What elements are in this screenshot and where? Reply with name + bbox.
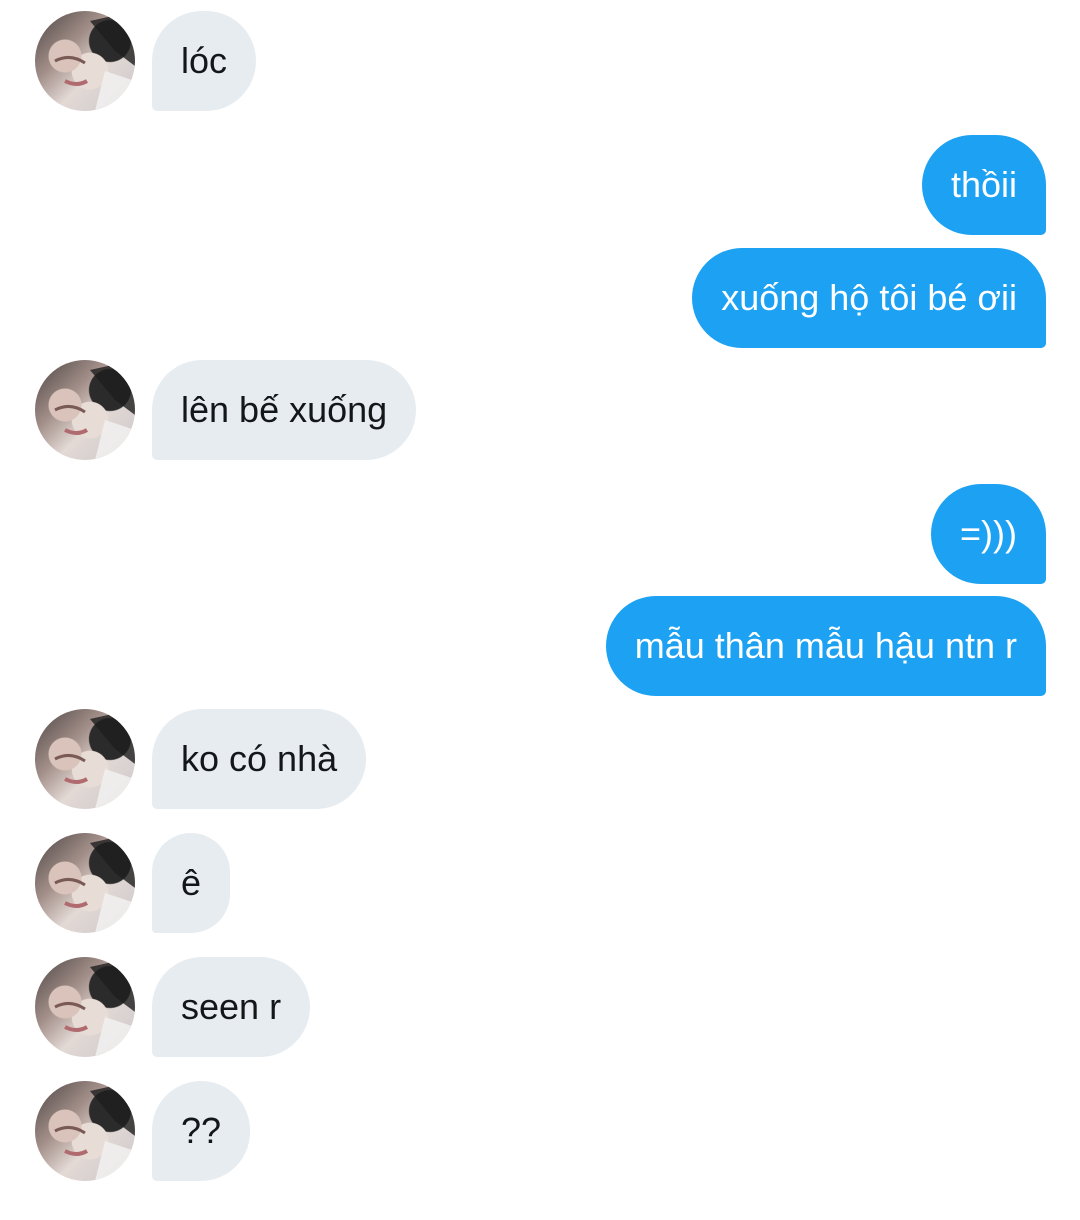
message-row: lên bế xuống [0, 360, 1080, 460]
avatar-photo-icon [54, 11, 135, 111]
message-row: =))) [0, 484, 1080, 584]
avatar-photo-icon [54, 957, 135, 1057]
message-bubble-outgoing[interactable]: thồii [921, 135, 1046, 235]
message-row: ko có nhà [0, 709, 1080, 809]
message-bubble-outgoing[interactable]: xuống hộ tôi bé ơii [692, 248, 1046, 348]
message-row: thồii [0, 135, 1080, 235]
message-bubble-outgoing[interactable]: =))) [931, 484, 1046, 584]
avatar-photo-icon [54, 833, 135, 933]
avatar-photo-icon [54, 360, 135, 460]
message-bubble-incoming[interactable]: ?? [152, 1081, 251, 1181]
message-row: ê [0, 833, 1080, 933]
avatar[interactable] [35, 957, 135, 1057]
message-bubble-incoming[interactable]: seen r [152, 957, 311, 1057]
avatar[interactable] [35, 11, 135, 111]
message-row: seen r [0, 957, 1080, 1057]
message-bubble-incoming[interactable]: ê [152, 833, 231, 933]
avatar[interactable] [35, 360, 135, 460]
message-row: lóc [0, 11, 1080, 111]
avatar[interactable] [35, 833, 135, 933]
message-row: xuống hộ tôi bé ơii [0, 248, 1080, 348]
message-bubble-outgoing[interactable]: mẫu thân mẫu hậu ntn r [605, 596, 1046, 696]
avatar[interactable] [35, 709, 135, 809]
message-row: ?? [0, 1081, 1080, 1181]
message-bubble-incoming[interactable]: ko có nhà [152, 709, 367, 809]
avatar[interactable] [35, 1081, 135, 1181]
message-bubble-incoming[interactable]: lóc [152, 11, 257, 111]
message-row: mẫu thân mẫu hậu ntn r [0, 596, 1080, 696]
avatar-photo-icon [54, 1081, 135, 1181]
avatar-photo-icon [54, 709, 135, 809]
message-bubble-incoming[interactable]: lên bế xuống [152, 360, 417, 460]
